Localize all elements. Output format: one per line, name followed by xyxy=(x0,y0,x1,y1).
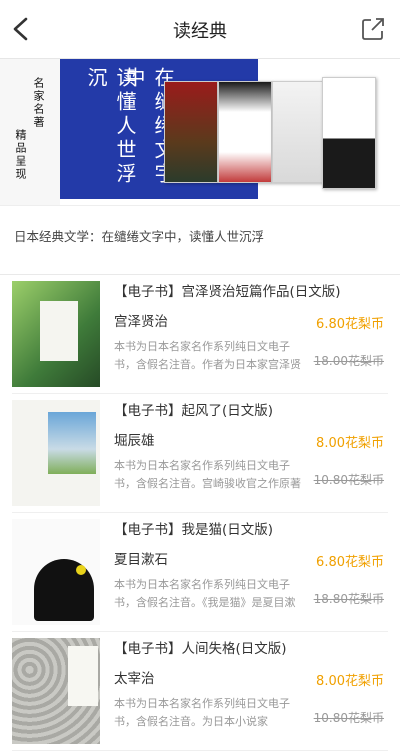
book-original-price: 18.80花梨币 xyxy=(313,592,384,606)
book-price: 6.80花梨币 xyxy=(316,555,384,570)
book-summary: 本书为日本名家名作系列纯日文电子书，含假名注音。《我是猫》是夏目漱石作为批判现实… xyxy=(114,578,296,609)
book-price: 8.00花梨币 xyxy=(316,436,384,451)
banner-left-panel: 名家名著 精品呈现 xyxy=(0,59,60,205)
book-title: 【电子书】人间失格(日文版) xyxy=(114,641,287,657)
book-summary: 本书为日本名家名作系列纯日文电子书，含假名注音。宫崎骏收官之作原著小说，讲述未婚… xyxy=(114,459,301,490)
list-item[interactable]: 【电子书】宫泽贤治短篇作品(日文版) 宫泽贤治 本书为日本名家名作系列纯日文电子… xyxy=(12,275,388,394)
book-title: 【电子书】起风了(日文版) xyxy=(114,403,274,419)
book-original-price: 18.00花梨币 xyxy=(313,354,384,368)
list-item[interactable]: 【电子书】起风了(日文版) 堀辰雄 本书为日本名家名作系列纯日文电子书，含假名注… xyxy=(12,394,388,513)
page-title: 读经典 xyxy=(173,21,227,42)
share-icon[interactable] xyxy=(360,16,386,42)
book-original-price: 10.80花梨币 xyxy=(313,711,384,725)
book-cover xyxy=(12,519,100,625)
list-item[interactable]: 【电子书】人间失格(日文版) 太宰治 本书为日本名家名作系列纯日文电子书，含假名… xyxy=(12,632,388,751)
banner-book-1 xyxy=(164,81,218,183)
list-item[interactable]: 【电子书】我是猫(日文版) 夏目漱石 本书为日本名家名作系列纯日文电子书，含假名… xyxy=(12,513,388,632)
book-price: 6.80花梨币 xyxy=(316,317,384,332)
book-summary: 本书为日本名家名作系列纯日文电子书，含假名注音。为日本小说家 xyxy=(114,697,290,728)
banner-book-4 xyxy=(322,77,376,189)
banner-left-text-2: 精品呈现 xyxy=(14,129,27,181)
banner-book-2 xyxy=(218,81,272,183)
banner-book-3 xyxy=(272,81,326,183)
book-summary: 本书为日本名家名作系列纯日文电子书，含假名注音。作者为日本家宫泽贤治，他是日本家… xyxy=(114,340,301,371)
header-bar: 读经典 xyxy=(0,0,400,59)
book-cover xyxy=(12,638,100,744)
book-price: 8.00花梨币 xyxy=(316,674,384,689)
section-description: 日本经典文学：在缱绻文字中，读懂人世沉浮 xyxy=(0,206,400,275)
book-list: 【电子书】宫泽贤治短篇作品(日文版) 宫泽贤治 本书为日本名家名作系列纯日文电子… xyxy=(0,275,400,751)
banner-left-text-1: 名家名著 xyxy=(32,77,45,129)
book-cover xyxy=(12,281,100,387)
book-title: 【电子书】宫泽贤治短篇作品(日文版) xyxy=(114,284,341,300)
banner-main-col-1: 读懂人世浮沉 xyxy=(84,67,137,187)
book-original-price: 10.80花梨币 xyxy=(313,473,384,487)
book-cover xyxy=(12,400,100,506)
promo-banner[interactable]: 名家名著 精品呈现 在缱绻文字中 读懂人世浮沉 xyxy=(0,59,400,206)
book-title: 【电子书】我是猫(日文版) xyxy=(114,522,274,538)
